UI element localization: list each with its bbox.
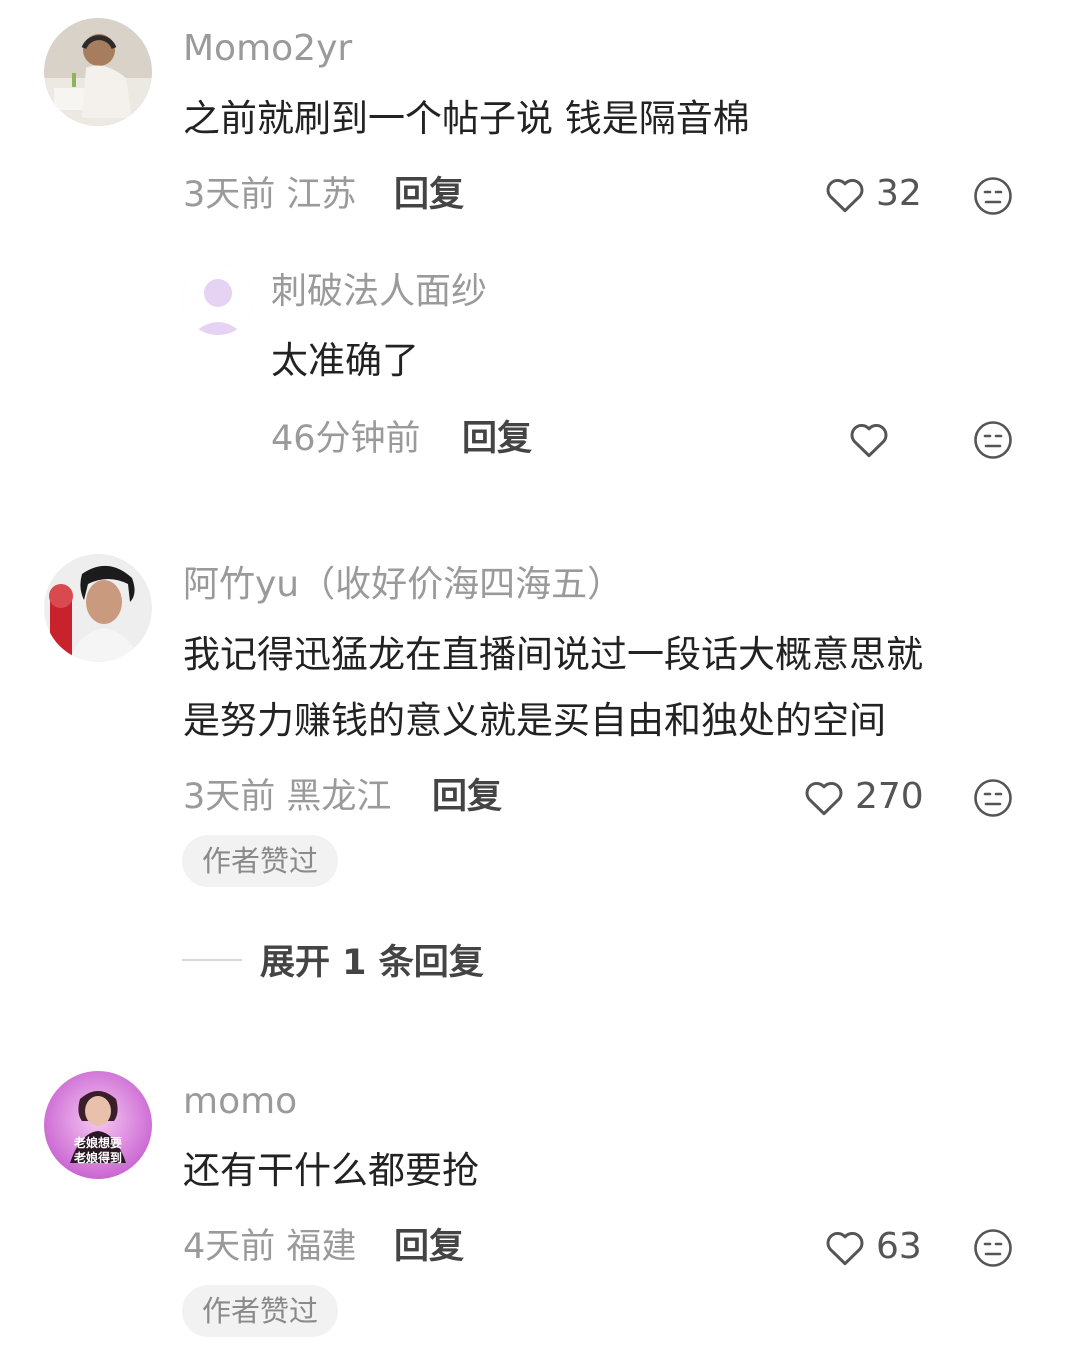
avatar[interactable] (44, 554, 152, 662)
avatar[interactable] (44, 18, 152, 126)
default-avatar-icon[interactable] (182, 263, 254, 335)
comment-username[interactable]: 阿竹yu（收好价海四海五） (183, 567, 623, 603)
comment-text-line-2: 是努力赚钱的意义就是买自由和独处的空间 (183, 699, 886, 742)
expand-replies-label: 展开 1 条回复 (260, 943, 484, 983)
reply-button[interactable]: 回复 (394, 1230, 464, 1265)
like-count: 63 (876, 1226, 922, 1267)
comment-text: 还有干什么都要抢 (183, 1149, 479, 1192)
dislike-face-icon[interactable] (973, 778, 1013, 818)
author-liked-badge: 作者赞过 (182, 835, 339, 887)
comment-text: 之前就刷到一个帖子说 钱是隔音棉 (183, 97, 750, 140)
author-liked-badge: 作者赞过 (182, 1285, 339, 1337)
like-button[interactable]: 32 (824, 174, 922, 214)
comment-time-location: 4天前 福建 (183, 1227, 357, 1267)
heart-icon (805, 781, 843, 816)
like-count: 270 (855, 776, 924, 817)
expand-replies-button[interactable]: 展开 1 条回复 (182, 934, 484, 985)
avatar-text-line-2: 老娘得到 (74, 1150, 122, 1165)
like-button[interactable] (848, 419, 890, 459)
comment-time-location: 3天前 江苏 (183, 175, 357, 215)
reply-button[interactable]: 回复 (432, 780, 502, 815)
avatar[interactable]: 老娘想要 老娘得到 (44, 1071, 152, 1179)
avatar-text-line-1: 老娘想要 (74, 1135, 122, 1150)
heart-icon (850, 423, 888, 458)
like-button[interactable]: 270 (803, 777, 924, 817)
heart-icon (826, 1231, 864, 1266)
reply-text: 太准确了 (271, 339, 419, 382)
dislike-face-icon[interactable] (973, 420, 1013, 460)
comment-username[interactable]: momo (183, 1084, 297, 1120)
like-button[interactable]: 63 (824, 1227, 922, 1267)
divider (182, 958, 242, 961)
heart-icon (826, 178, 864, 213)
dislike-face-icon[interactable] (973, 1228, 1013, 1268)
comment-text-line-1: 我记得迅猛龙在直播间说过一段话大概意思就 (183, 633, 923, 676)
reply-time: 46分钟前 (271, 419, 421, 459)
comment-username[interactable]: Momo2yr (183, 31, 352, 67)
reply-username[interactable]: 刺破法人面纱 (271, 274, 487, 310)
dislike-face-icon[interactable] (973, 176, 1013, 216)
like-count: 32 (876, 173, 922, 214)
comment-time-location: 3天前 黑龙江 (183, 777, 392, 817)
reply-button[interactable]: 回复 (462, 422, 532, 457)
reply-button[interactable]: 回复 (394, 178, 464, 213)
